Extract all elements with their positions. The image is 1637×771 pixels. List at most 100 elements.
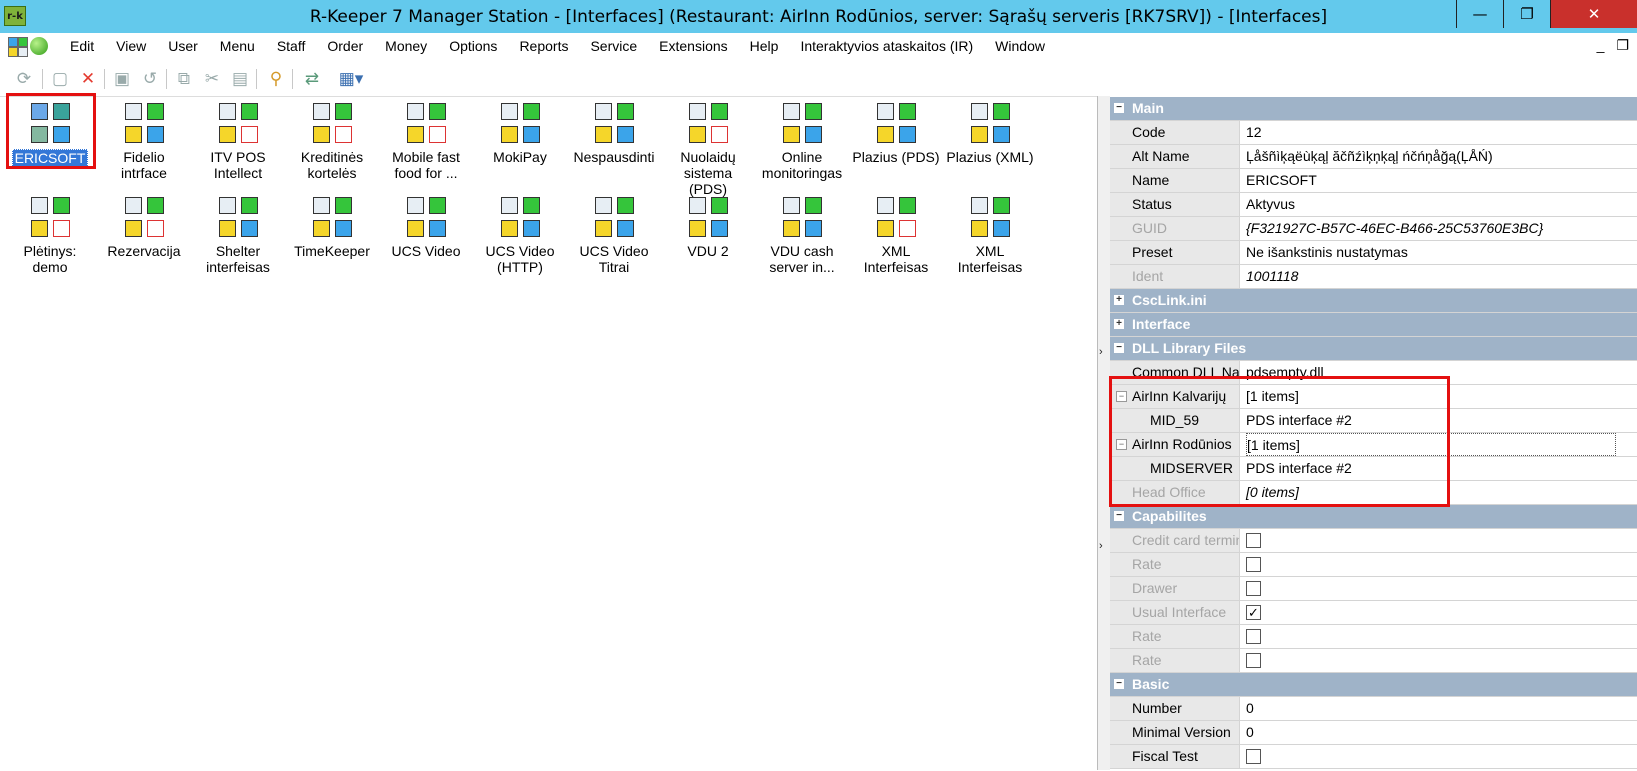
menu-interactive-reports[interactable]: Interaktyvios ataskaitos (IR) — [800, 38, 973, 54]
interface-rezervacija[interactable]: Rezervacija — [98, 195, 190, 259]
property-alt-name[interactable]: Alt Name Ļåšñìķąëùķąļ ăčñźìķņķąļ ńčńņåğą… — [1110, 145, 1637, 169]
rate-checkbox[interactable] — [1246, 653, 1261, 668]
delete-icon[interactable]: ✕ — [76, 67, 100, 91]
interface-grid-icon[interactable] — [8, 37, 28, 57]
section-capabilities[interactable]: − Capabilites — [1110, 505, 1637, 529]
credit-card-checkbox[interactable] — [1246, 533, 1261, 548]
interface-icon — [873, 101, 919, 147]
collapse-icon[interactable]: − — [1114, 679, 1124, 689]
usual-interface-checkbox[interactable]: ✓ — [1246, 605, 1261, 620]
mdi-restore-button[interactable]: ❐ — [1616, 37, 1629, 54]
cut-icon[interactable]: ✂ — [200, 67, 224, 91]
property-usual-interface[interactable]: Usual Interface ✓ — [1110, 601, 1637, 625]
interface-mokipay[interactable]: MokiPay — [474, 101, 566, 165]
interface-vdu-cash-server[interactable]: VDU cash server in... — [756, 195, 848, 275]
section-interface[interactable]: + Interface — [1110, 313, 1637, 337]
interface-ucs-video-titrai[interactable]: UCS Video Titrai — [568, 195, 660, 275]
interface-shelter[interactable]: Shelter interfeisas — [192, 195, 284, 275]
section-basic[interactable]: − Basic — [1110, 673, 1637, 697]
interface-icon — [685, 195, 731, 241]
paste-icon[interactable]: ▤ — [228, 67, 252, 91]
view-mode-icon[interactable]: ▦▾ — [334, 67, 368, 91]
interface-ucs-video-http[interactable]: UCS Video (HTTP) — [474, 195, 566, 275]
search-icon[interactable]: ⚲ — [264, 67, 288, 91]
undo-icon[interactable]: ↺ — [138, 67, 162, 91]
interface-kreditines[interactable]: Kreditinės kortelės — [286, 101, 378, 181]
rate-checkbox[interactable] — [1246, 629, 1261, 644]
interface-itv-pos[interactable]: ITV POS Intellect — [192, 101, 284, 181]
property-value[interactable]: 0 — [1246, 697, 1254, 720]
property-value[interactable]: 12 — [1246, 121, 1262, 144]
section-csclink[interactable]: + CscLink.ini — [1110, 289, 1637, 313]
menu-extensions[interactable]: Extensions — [659, 38, 727, 54]
property-value[interactable]: ERICSOFT — [1246, 169, 1317, 192]
section-dll-library[interactable]: − DLL Library Files — [1110, 337, 1637, 361]
interface-vdu-2[interactable]: VDU 2 — [662, 195, 754, 259]
property-rate-1[interactable]: Rate — [1110, 553, 1637, 577]
menu-service[interactable]: Service — [590, 38, 637, 54]
save-icon[interactable]: ▣ — [110, 67, 134, 91]
menu-staff[interactable]: Staff — [277, 38, 306, 54]
menu-options[interactable]: Options — [449, 38, 497, 54]
property-name[interactable]: Name ERICSOFT — [1110, 169, 1637, 193]
interface-timekeeper[interactable]: TimeKeeper — [286, 195, 378, 259]
fiscal-test-checkbox[interactable] — [1246, 749, 1261, 764]
menu-edit[interactable]: Edit — [70, 38, 94, 54]
property-fiscal-test[interactable]: Fiscal Test — [1110, 745, 1637, 769]
interface-nespausdinti[interactable]: Nespausdinti — [568, 101, 660, 165]
interface-ucs-video[interactable]: UCS Video — [380, 195, 472, 259]
interface-plazius-xml[interactable]: Plazius (XML) — [944, 101, 1036, 165]
mdi-minimize-button[interactable]: _ — [1597, 37, 1605, 54]
menu-order[interactable]: Order — [327, 38, 363, 54]
transfer-icon[interactable]: ⇄ — [300, 67, 324, 91]
property-preset[interactable]: Preset Ne išankstinis nustatymas — [1110, 241, 1637, 265]
interface-pletinys-demo[interactable]: Plėtinys: demo — [4, 195, 96, 275]
chevron-right-icon[interactable]: › — [1099, 540, 1103, 552]
interface-xml-interfeisas-1[interactable]: XML Interfeisas — [850, 195, 942, 275]
menu-menu[interactable]: Menu — [220, 38, 255, 54]
menu-reports[interactable]: Reports — [519, 38, 568, 54]
property-drawer[interactable]: Drawer — [1110, 577, 1637, 601]
copy-icon[interactable]: ⧉ — [172, 67, 196, 91]
rate-checkbox[interactable] — [1246, 557, 1261, 572]
restore-button[interactable]: ❐ — [1503, 0, 1550, 28]
refresh-icon[interactable]: ⟳ — [12, 67, 36, 91]
property-value[interactable]: Ļåšñìķąëùķąļ ăčñźìķņķąļ ńčńņåğą(ĻÅŃ) — [1246, 145, 1493, 168]
close-button[interactable]: ✕ — [1550, 0, 1637, 28]
collapse-icon[interactable]: − — [1114, 103, 1124, 113]
title-bar: r-k R-Keeper 7 Manager Station - [Interf… — [0, 0, 1637, 33]
menu-view[interactable]: View — [116, 38, 146, 54]
interface-plazius-pds[interactable]: Plazius (PDS) — [850, 101, 942, 165]
interface-nuolaidu-sistema[interactable]: Nuolaidų sistema (PDS) — [662, 101, 754, 197]
menu-window[interactable]: Window — [995, 38, 1045, 54]
interface-fidelio[interactable]: Fidelio intrface — [98, 101, 190, 181]
collapse-icon[interactable]: − — [1114, 343, 1124, 353]
chevron-right-icon[interactable]: › — [1099, 346, 1103, 358]
menu-user[interactable]: User — [168, 38, 198, 54]
section-main[interactable]: − Main — [1110, 97, 1637, 121]
collapse-icon[interactable]: − — [1114, 511, 1124, 521]
interface-mobile-fast-food[interactable]: Mobile fast food for ... — [380, 101, 472, 181]
new-document-icon[interactable]: ▢ — [48, 67, 72, 91]
property-value[interactable]: Ne išankstinis nustatymas — [1246, 241, 1408, 264]
property-number[interactable]: Number 0 — [1110, 697, 1637, 721]
menu-help[interactable]: Help — [750, 38, 779, 54]
property-value[interactable]: 0 — [1246, 721, 1254, 744]
expand-icon[interactable]: + — [1114, 319, 1124, 329]
drawer-checkbox[interactable] — [1246, 581, 1261, 596]
property-minimal-version[interactable]: Minimal Version 0 — [1110, 721, 1637, 745]
property-credit-card-terminal[interactable]: Credit card termin — [1110, 529, 1637, 553]
interface-xml-interfeisas-2[interactable]: XML Interfeisas — [944, 195, 1036, 275]
property-rate-2[interactable]: Rate — [1110, 625, 1637, 649]
property-rate-3[interactable]: Rate — [1110, 649, 1637, 673]
property-code[interactable]: Code 12 — [1110, 121, 1637, 145]
expand-icon[interactable]: + — [1114, 295, 1124, 305]
property-status[interactable]: Status Aktyvus — [1110, 193, 1637, 217]
status-ball-icon[interactable] — [30, 37, 48, 55]
menu-money[interactable]: Money — [385, 38, 427, 54]
minimize-button[interactable]: — — [1456, 0, 1503, 28]
interface-online-monitoringas[interactable]: Online monitoringas — [756, 101, 848, 181]
property-value[interactable]: Aktyvus — [1246, 193, 1295, 216]
interface-label: UCS Video (HTTP) — [485, 243, 555, 275]
section-title: Main — [1132, 100, 1164, 116]
